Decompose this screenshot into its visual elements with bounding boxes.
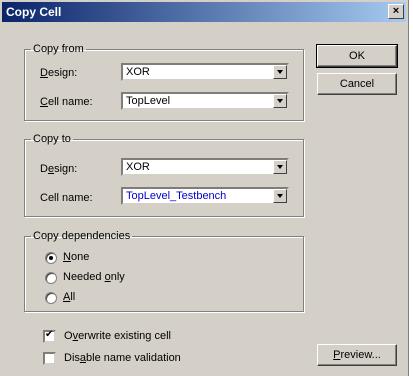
chevron-down-icon[interactable] — [273, 94, 287, 108]
radio-all[interactable] — [45, 292, 57, 304]
disable-validation-checkbox[interactable] — [43, 352, 56, 365]
window-title: Copy Cell — [6, 5, 62, 19]
copy-from-cell-label: Cell name: — [40, 96, 93, 108]
copy-from-design-combo[interactable]: XOR — [121, 63, 289, 81]
radio-none[interactable] — [45, 252, 57, 264]
copy-to-cell-value: TopLevel_Testbench — [126, 190, 227, 202]
copy-dependencies-legend: Copy dependencies — [33, 230, 131, 242]
overwrite-checkbox[interactable] — [43, 329, 56, 343]
copy-cell-dialog: Copy Cell × Copy from Design: XOR Cell n… — [0, 0, 409, 376]
ok-button[interactable]: OK — [316, 44, 398, 68]
copy-from-legend: Copy from — [33, 43, 84, 55]
chevron-down-icon[interactable] — [273, 189, 287, 203]
radio-needed-only[interactable] — [45, 272, 57, 284]
copy-from-cell-value: TopLevel — [126, 95, 171, 107]
copy-to-cell-label: Cell name: — [40, 192, 93, 204]
preview-button[interactable]: Preview... — [317, 344, 397, 366]
radio-all-label[interactable]: All — [63, 291, 75, 303]
overwrite-label[interactable]: Overwrite existing cell — [64, 330, 171, 342]
radio-needed-only-label[interactable]: Needed only — [63, 271, 125, 283]
copy-to-design-value: XOR — [126, 161, 150, 173]
cancel-button[interactable]: Cancel — [317, 73, 397, 95]
disable-validation-label[interactable]: Disable name validation — [64, 352, 181, 364]
copy-from-cell-combo[interactable]: TopLevel — [121, 92, 289, 110]
copy-to-legend: Copy to — [33, 133, 71, 145]
copy-from-design-value: XOR — [126, 66, 150, 78]
title-bar: Copy Cell × — [2, 2, 406, 22]
chevron-down-icon[interactable] — [273, 65, 287, 79]
chevron-down-icon[interactable] — [273, 160, 287, 174]
radio-none-label[interactable]: None — [63, 251, 89, 263]
copy-to-cell-combo[interactable]: TopLevel_Testbench — [121, 187, 289, 205]
copy-to-design-combo[interactable]: XOR — [121, 158, 289, 176]
copy-to-design-label: Design: — [40, 163, 78, 175]
copy-from-design-label: Design: — [40, 67, 78, 79]
close-button[interactable]: × — [388, 4, 404, 19]
